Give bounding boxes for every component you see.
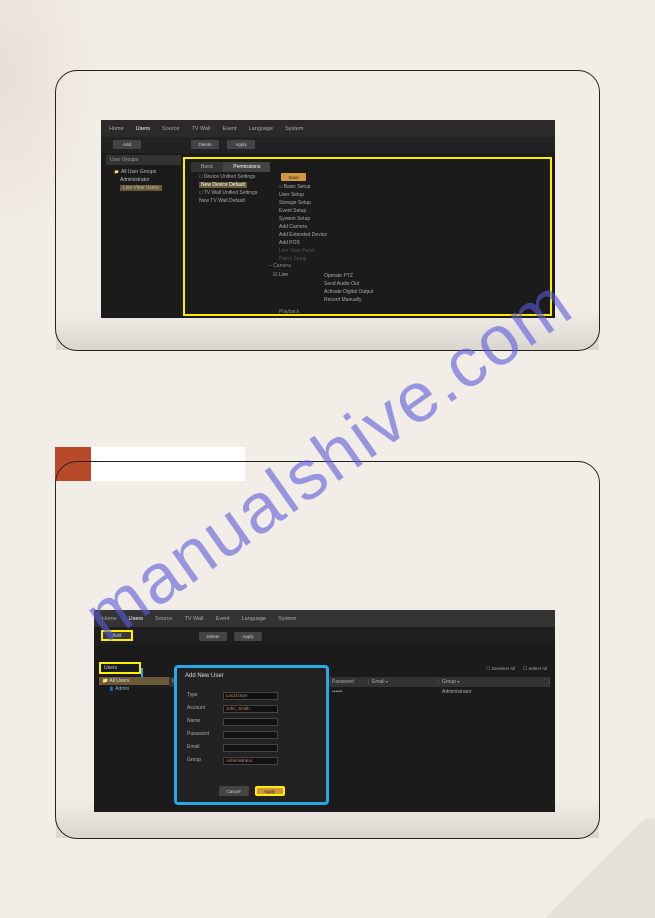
nav-system[interactable]: System: [285, 126, 303, 132]
col-password[interactable]: Password: [329, 679, 369, 685]
leftpane-header: User Groups: [106, 155, 181, 165]
cell-password: ••••••: [329, 689, 369, 695]
nav-home[interactable]: Home: [102, 616, 117, 622]
cancel-button[interactable]: Cancel: [219, 786, 249, 796]
screenshot-2: Home Users Source TV Wall Event Language…: [94, 610, 555, 812]
apply-button[interactable]: Apply: [227, 140, 255, 149]
left-pane-2: 📁 All Users Admin: [99, 677, 169, 693]
tree-all-users[interactable]: 📁 All Users: [99, 677, 169, 685]
select-controls: ☐ Deselect All ☐ Select All: [486, 666, 547, 672]
top-nav-2: Home Users Source TV Wall Event Language…: [94, 610, 555, 627]
screenshot-1: Home Users Source TV Wall Event Language…: [101, 120, 555, 318]
input-group[interactable]: Administrator: [223, 757, 278, 765]
nav-tvwall[interactable]: TV Wall: [191, 126, 210, 132]
lbl-group: Group: [187, 754, 217, 767]
nav-language[interactable]: Language: [242, 616, 266, 622]
deselect-all[interactable]: ☐ Deselect All: [486, 666, 515, 672]
dialog-form: Type Local User Account John_Smith Name …: [177, 684, 326, 772]
cell-group: Administrator: [439, 689, 550, 695]
input-email[interactable]: [223, 744, 278, 752]
input-password[interactable]: [223, 731, 278, 739]
left-pane-1: User Groups All User Groups Administrato…: [106, 155, 181, 195]
tree-live[interactable]: Live View Users: [108, 184, 179, 192]
tree-root[interactable]: All User Groups: [108, 168, 179, 176]
dialog-buttons: Cancel Apply: [177, 786, 326, 796]
input-name[interactable]: [223, 718, 278, 726]
lbl-name: Name: [187, 715, 217, 728]
lbl-type: Type: [187, 689, 217, 702]
tree-admin[interactable]: Administrator: [108, 176, 179, 184]
lbl-email: Email: [187, 741, 217, 754]
figure-1-frame: Home Users Source TV Wall Event Language…: [55, 70, 600, 351]
select-all[interactable]: ☐ Select All: [523, 666, 547, 672]
top-nav-1: Home Users Source TV Wall Event Language…: [101, 120, 555, 137]
users-label: Users: [99, 662, 141, 674]
delete-button[interactable]: Delete: [191, 140, 219, 149]
apply-button[interactable]: Apply: [255, 786, 285, 796]
dialog-title: Add New User: [177, 668, 326, 684]
input-account[interactable]: John_Smith: [223, 705, 278, 713]
nav-tvwall[interactable]: TV Wall: [184, 616, 203, 622]
nav-event[interactable]: Event: [216, 616, 230, 622]
nav-users[interactable]: Users: [129, 616, 143, 622]
lbl-password: Password: [187, 728, 217, 741]
toolbar-1: Add Delete Apply: [101, 137, 555, 153]
group-tree: All User Groups Administrator Live View …: [106, 165, 181, 195]
nav-event[interactable]: Event: [223, 126, 237, 132]
input-type[interactable]: Local User: [223, 692, 278, 700]
nav-users[interactable]: Users: [136, 126, 150, 132]
add-button[interactable]: Add: [113, 140, 141, 149]
tree-admin[interactable]: Admin: [99, 685, 169, 693]
nav-source[interactable]: Source: [155, 616, 172, 622]
nav-home[interactable]: Home: [109, 126, 124, 132]
col-group[interactable]: Group ▾: [439, 679, 550, 685]
highlight-box-1: [183, 157, 552, 316]
delete-button[interactable]: Delete: [199, 632, 227, 641]
nav-language[interactable]: Language: [249, 126, 273, 132]
add-user-dialog: Add New User Type Local User Account Joh…: [174, 665, 329, 805]
nav-system[interactable]: System: [278, 616, 296, 622]
toolbar-2: Add Delete Apply: [94, 627, 555, 645]
figure-2-frame: Home Users Source TV Wall Event Language…: [55, 461, 600, 839]
col-email[interactable]: Email ▾: [369, 679, 439, 685]
add-button[interactable]: Add: [101, 630, 133, 641]
nav-source[interactable]: Source: [162, 126, 179, 132]
apply-button[interactable]: Apply: [234, 632, 262, 641]
lbl-account: Account: [187, 702, 217, 715]
